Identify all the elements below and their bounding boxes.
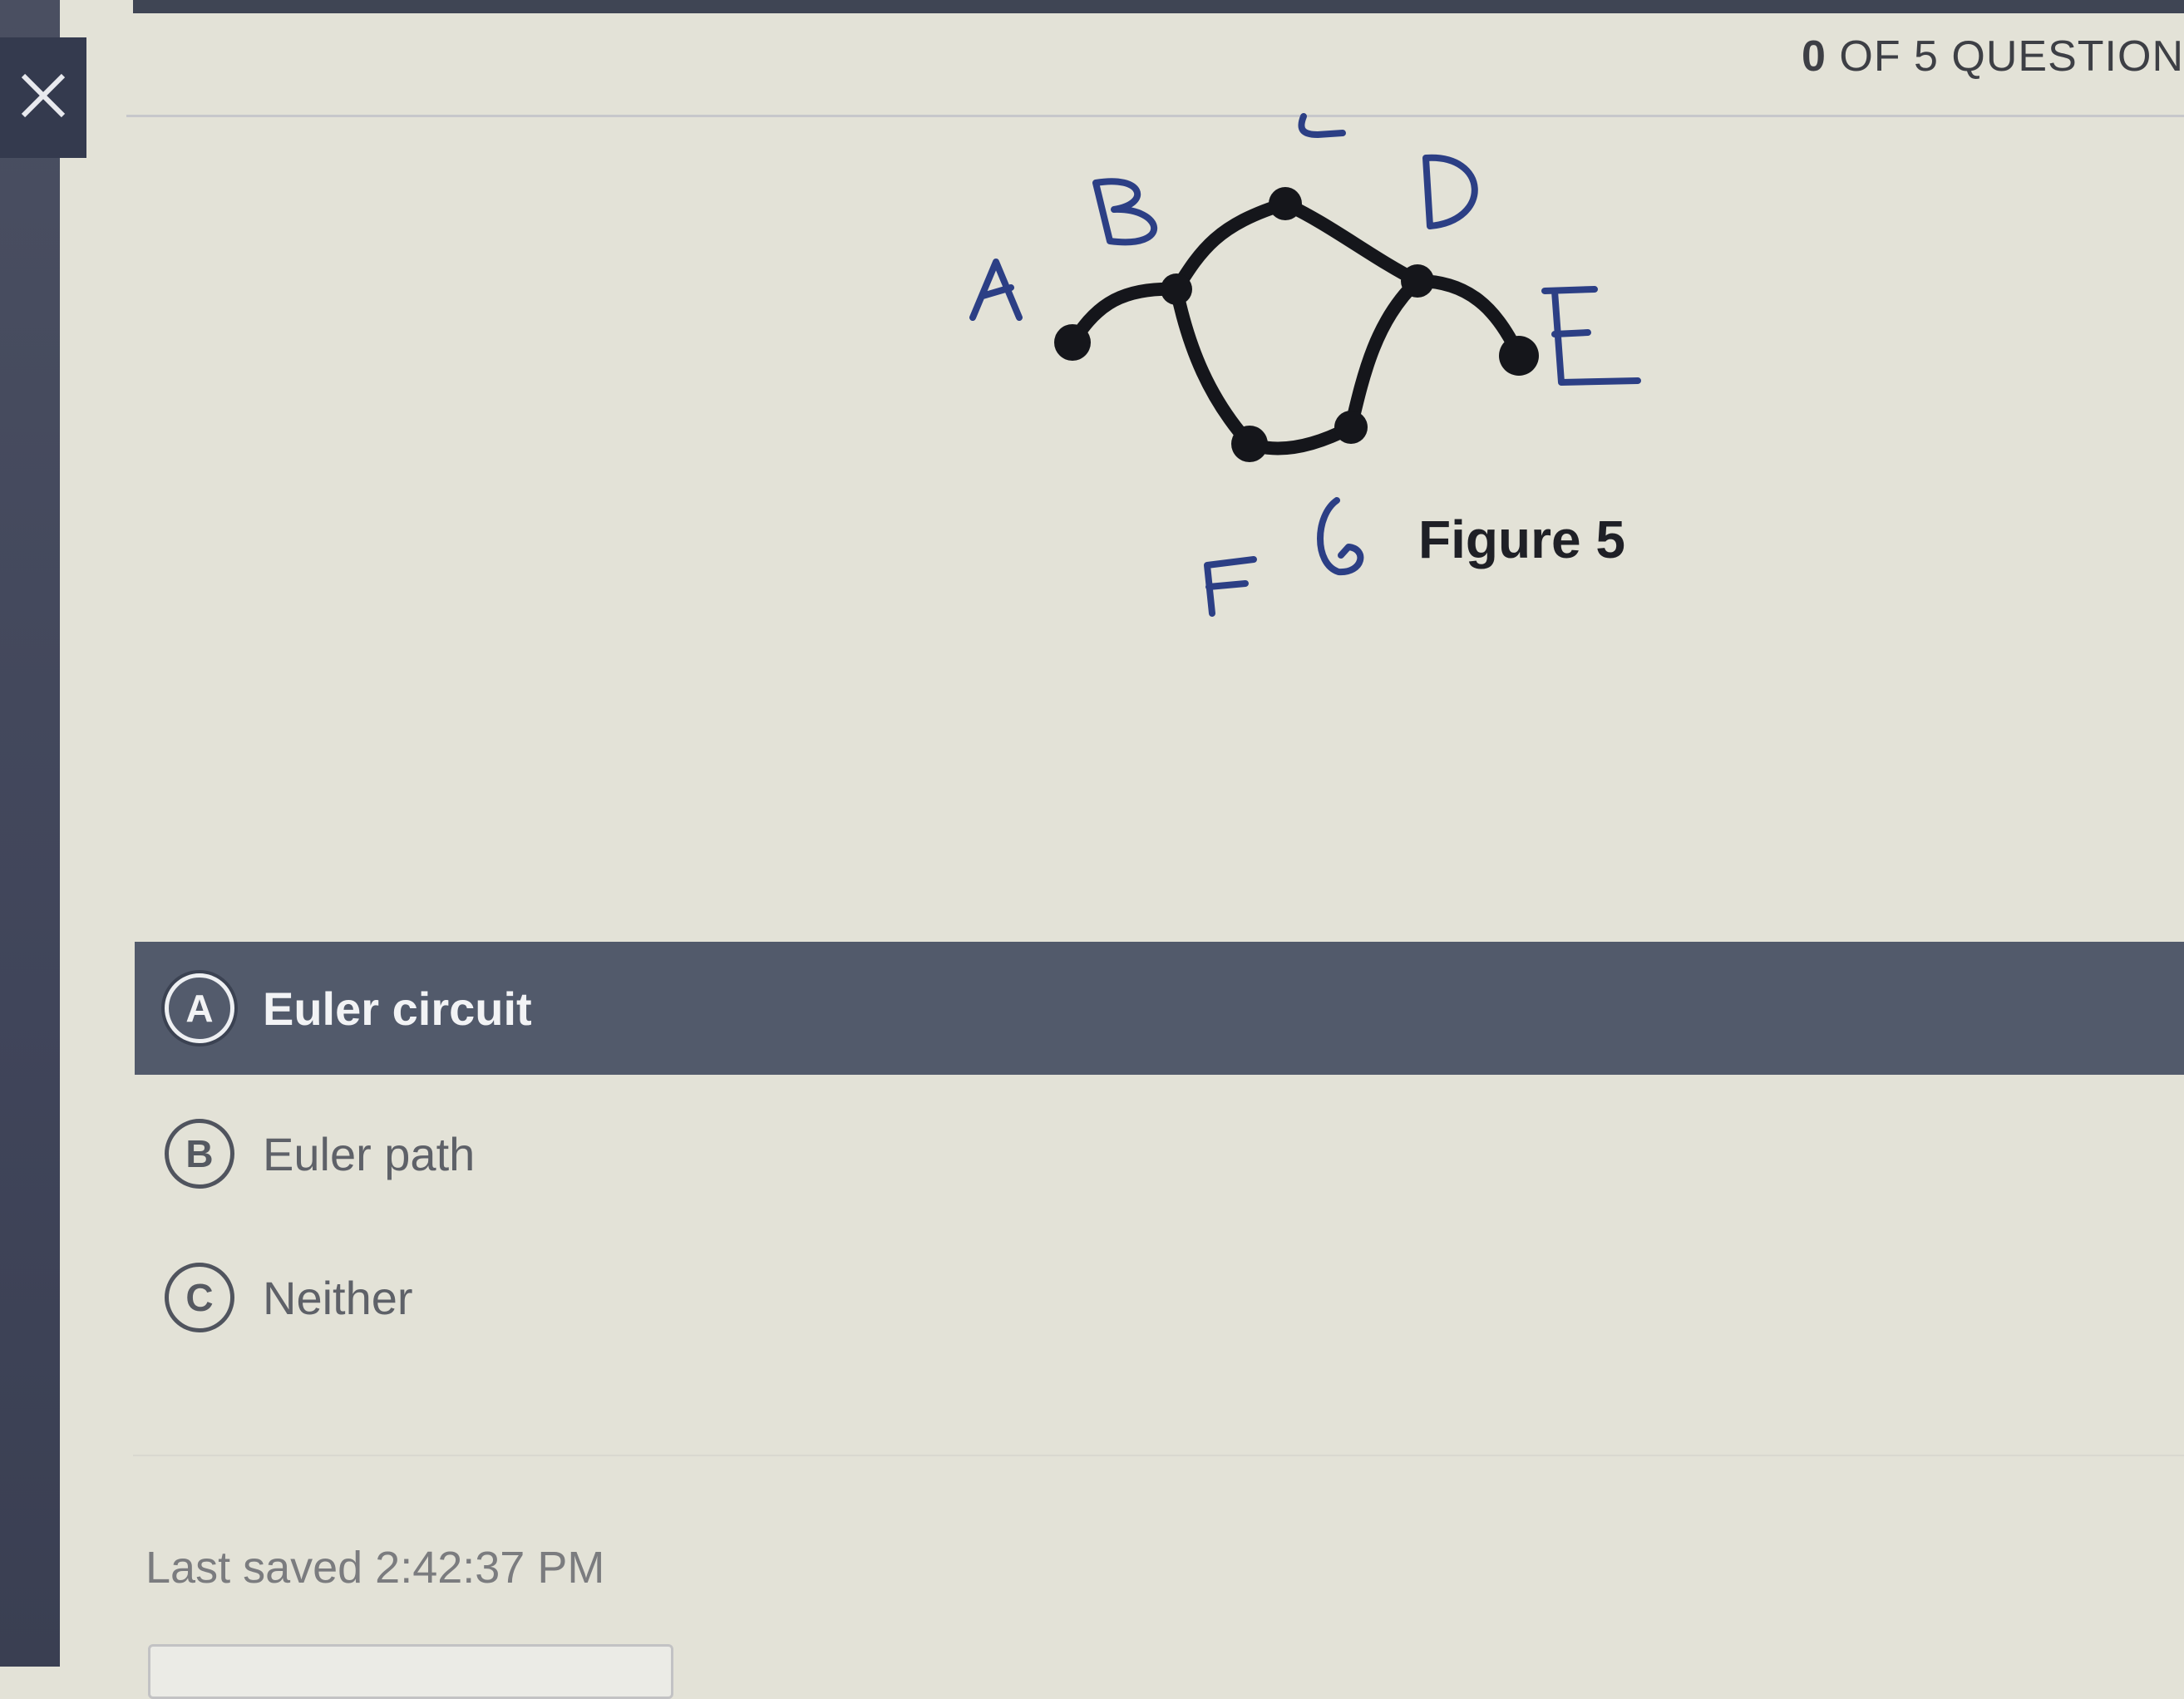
option-label: Euler path xyxy=(263,1127,476,1180)
option-letter-badge: A xyxy=(165,973,234,1043)
node-g xyxy=(1334,411,1368,444)
top-progress-strip xyxy=(133,0,2184,13)
node-a xyxy=(1054,324,1091,361)
counter-text: OF 5 QUESTION xyxy=(1839,32,2184,81)
last-saved-status: Last saved 2:42:37 PM xyxy=(145,1543,605,1593)
question-counter: 0 OF 5 QUESTION xyxy=(1802,32,2184,81)
edge-g-d xyxy=(1344,274,1424,434)
footer-button[interactable] xyxy=(148,1644,673,1699)
node-d xyxy=(1401,264,1434,298)
close-button[interactable] xyxy=(0,37,86,158)
edge-b-f xyxy=(1170,283,1256,451)
option-label: Neither xyxy=(263,1271,413,1324)
footer-divider xyxy=(133,1455,2184,1456)
edge-c-d xyxy=(1279,197,1424,288)
label-b-glyph xyxy=(1092,178,1158,246)
label-d-glyph xyxy=(1422,154,1478,229)
node-e xyxy=(1499,336,1539,376)
label-a-glyph xyxy=(969,259,1023,321)
option-letter-badge: C xyxy=(165,1263,234,1332)
option-a-euler-circuit[interactable]: A Euler circuit xyxy=(135,942,2184,1075)
option-c-neither[interactable]: C Neither xyxy=(135,1231,2184,1364)
figure-caption: Figure 5 xyxy=(1418,510,1625,569)
left-rail xyxy=(0,0,60,1667)
close-icon xyxy=(17,69,70,126)
option-letter-badge: B xyxy=(165,1119,234,1189)
edge-b-c xyxy=(1170,197,1292,296)
option-b-euler-path[interactable]: B Euler path xyxy=(135,1087,2184,1220)
label-f-glyph xyxy=(1204,556,1257,617)
node-b xyxy=(1161,273,1192,305)
option-label: Euler circuit xyxy=(263,982,532,1035)
node-f xyxy=(1231,426,1268,462)
label-e-glyph xyxy=(1541,286,1641,386)
node-c xyxy=(1269,187,1302,220)
label-g-glyph xyxy=(1317,497,1364,576)
label-c-glyph xyxy=(1298,113,1346,138)
counter-number: 0 xyxy=(1802,32,1827,81)
